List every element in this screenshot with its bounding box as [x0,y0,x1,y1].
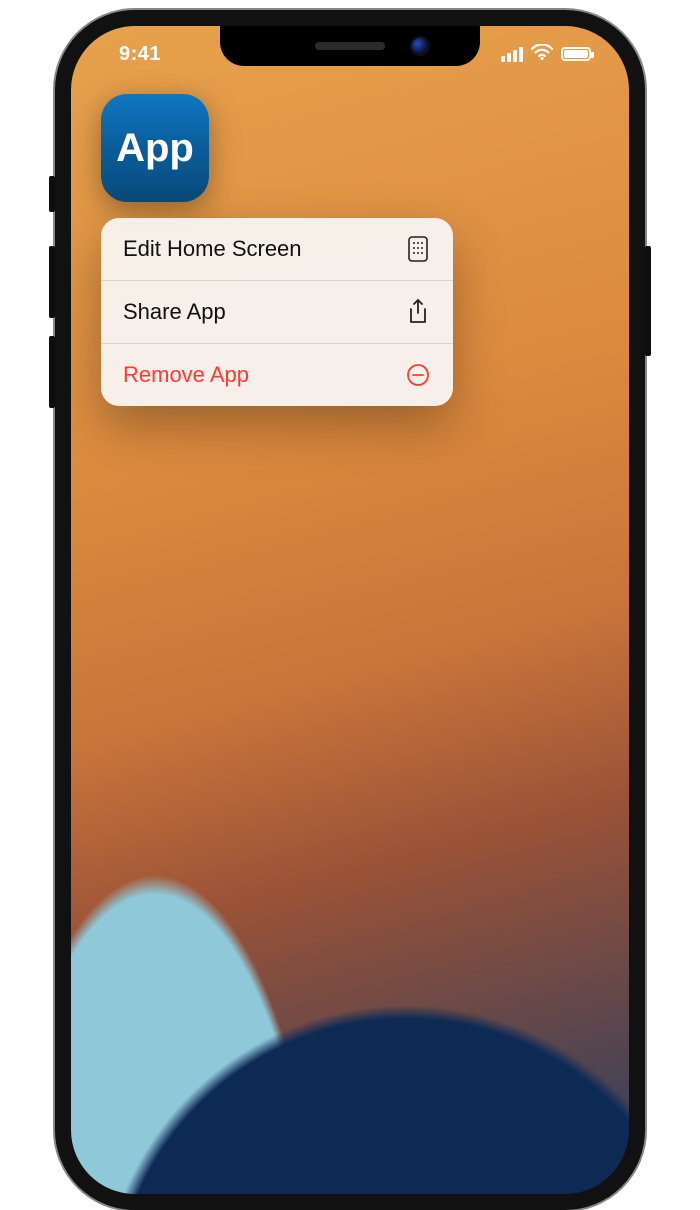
power-button[interactable] [645,246,651,356]
phone-frame: 9:41 App Edi [55,10,645,1210]
menu-item-remove-app[interactable]: Remove App [101,343,453,406]
menu-item-edit-home-screen[interactable]: Edit Home Screen [101,218,453,280]
clock: 9:41 [105,43,161,66]
volume-down-button[interactable] [49,336,55,408]
battery-icon [561,47,591,61]
menu-item-share-app[interactable]: Share App [101,280,453,343]
app-icon-label: App [116,126,194,171]
status-indicators [501,44,595,65]
menu-item-label: Share App [123,299,226,325]
status-bar: 9:41 [71,42,629,66]
remove-icon [405,362,431,388]
home-grid-icon [405,236,431,262]
cellular-signal-icon [501,47,523,62]
silent-switch[interactable] [49,176,55,212]
menu-item-label: Remove App [123,362,249,388]
wifi-icon [531,44,553,65]
menu-item-label: Edit Home Screen [123,236,302,262]
app-icon[interactable]: App [101,94,209,202]
context-menu: Edit Home Screen [101,218,453,406]
volume-up-button[interactable] [49,246,55,318]
screen: 9:41 App Edi [71,26,629,1194]
share-icon [405,299,431,325]
